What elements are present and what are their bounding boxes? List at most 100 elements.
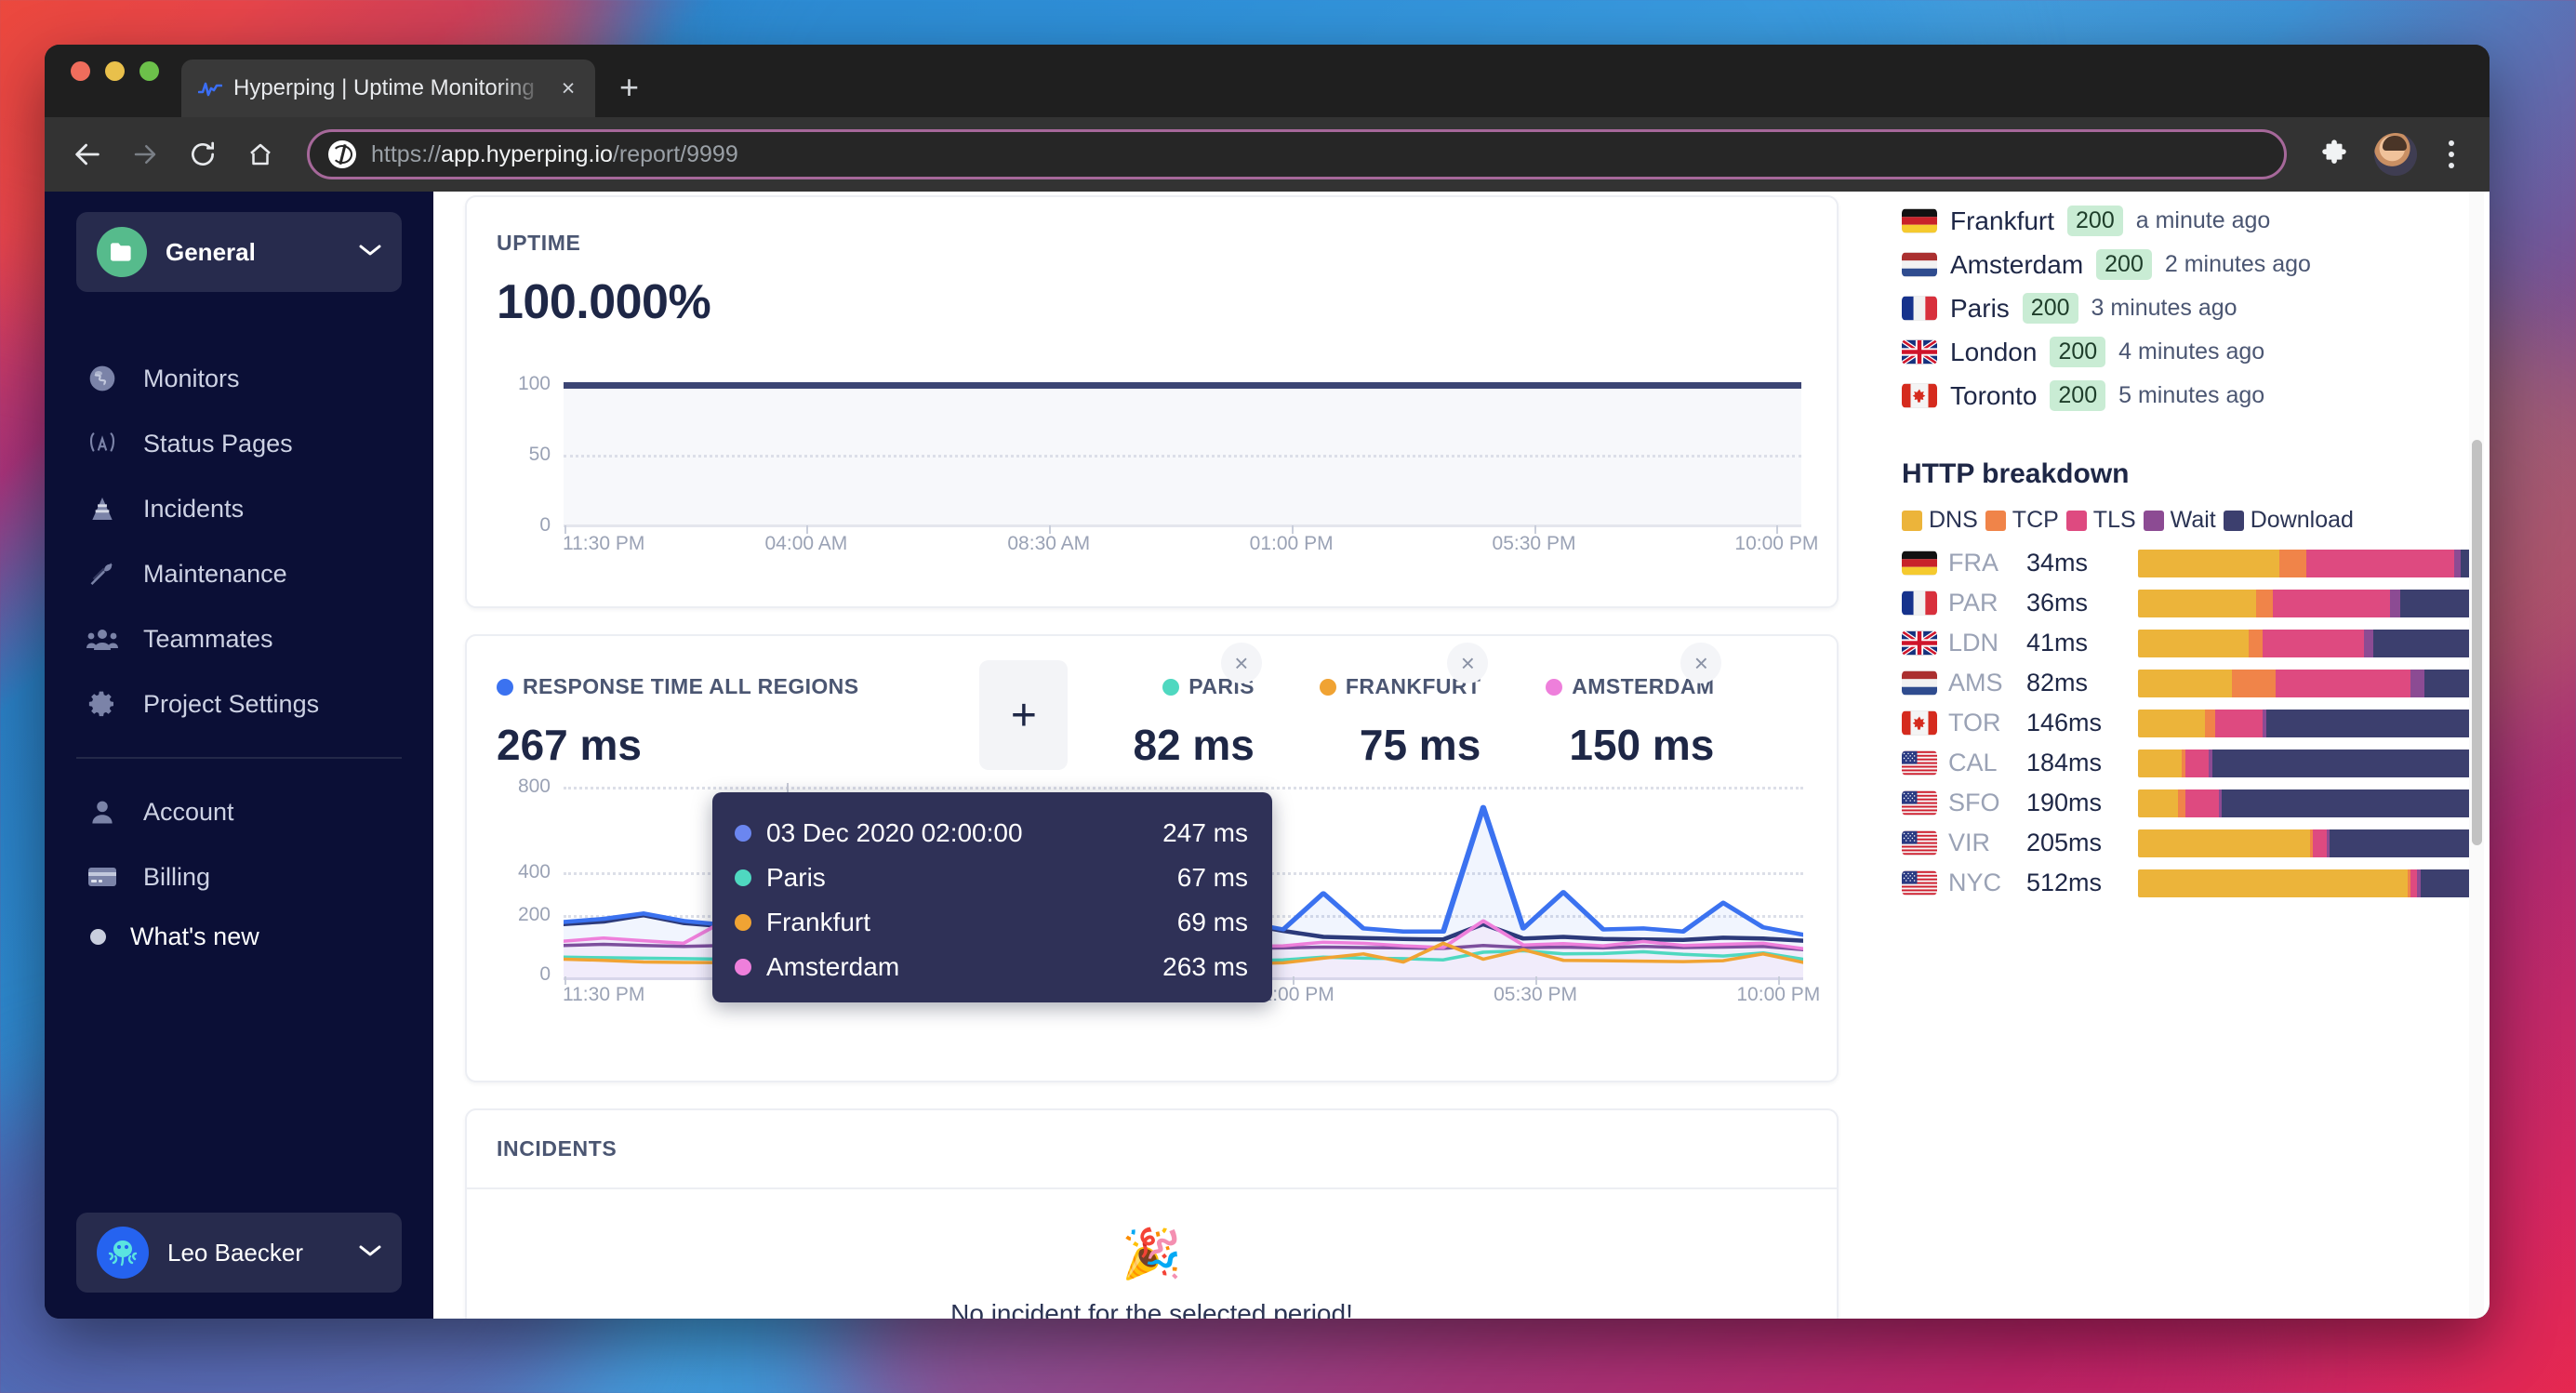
region-name: Toronto	[1950, 380, 2038, 410]
tooltip-value: 247 ms	[1162, 818, 1248, 847]
chevron-down-icon	[359, 1244, 381, 1262]
kebab-menu-icon[interactable]	[2437, 140, 2465, 168]
http-breakdown-row: TOR 146ms	[1902, 703, 2475, 743]
sidebar-item-status-pages[interactable]: Status Pages	[45, 411, 433, 476]
chart-tooltip: 03 Dec 2020 02:00:00 247 ms Paris 67 ms …	[712, 792, 1272, 1002]
flag-icon-us	[1902, 750, 1937, 776]
browser-window: Hyperping | Uptime Monitoring × + https:…	[45, 45, 2490, 1319]
user-menu[interactable]: Leo Baecker	[76, 1213, 402, 1293]
rt-xtick: 05:30 PM	[1494, 984, 1578, 1005]
bar-segment	[2410, 669, 2424, 697]
sidebar-item-billing[interactable]: Billing	[45, 844, 433, 909]
home-icon[interactable]	[242, 136, 279, 173]
reload-icon[interactable]	[184, 136, 221, 173]
remove-region-icon[interactable]: ×	[1680, 643, 1722, 683]
http-breakdown-row: CAL 184ms	[1902, 743, 2475, 783]
sidebar-item-whats-new[interactable]: What's new	[45, 909, 433, 964]
rt-ytick: 800	[517, 776, 551, 797]
scrollbar-thumb[interactable]	[2472, 439, 2482, 845]
minimize-window-button[interactable]	[105, 60, 125, 81]
arrow-right-icon[interactable]	[126, 136, 164, 173]
bar-segment	[2390, 589, 2401, 617]
sidebar-item-project-settings[interactable]: Project Settings	[45, 671, 433, 736]
region-timestamp: 5 minutes ago	[2118, 382, 2265, 408]
new-tab-button[interactable]: +	[619, 71, 639, 104]
legend-item-tls: TLS	[2065, 507, 2136, 534]
region-status-row: Frankfurt 200 a minute ago	[1902, 199, 2475, 243]
main-content: UPTIME 100.000% 100 50 0 11:30 PM 04:00 …	[433, 192, 2490, 1319]
close-window-button[interactable]	[71, 60, 90, 81]
uptime-chart: 100 50 0 11:30 PM 04:00 AM 08:30 AM 01:0…	[497, 373, 1818, 570]
series-color-dot	[1319, 678, 1336, 696]
flag-icon-gb	[1902, 339, 1937, 365]
sidebar-item-incidents[interactable]: Incidents	[45, 476, 433, 541]
right-column: Frankfurt 200 a minute ago Amsterdam 200 2 mi…	[1870, 192, 2490, 1319]
response-time-chart: 800 400 200 0 11:30 PM 01:00 PM 05:30 PM…	[497, 776, 1820, 1015]
uptime-xtick: 10:00 PM	[1734, 533, 1819, 554]
bar-segment	[2265, 709, 2475, 737]
stacked-bar	[2138, 789, 2475, 817]
sidebar-item-label: What's new	[130, 922, 259, 950]
add-region-button[interactable]: +	[979, 660, 1069, 770]
region-latency: 512ms	[2026, 869, 2103, 896]
legend-item-wait: Wait	[2143, 507, 2216, 534]
legend-swatch	[2143, 510, 2164, 531]
sidebar-item-label: Maintenance	[143, 559, 287, 588]
bar-segment	[2138, 749, 2183, 777]
sidebar: General Monitors Status Pages Incidents …	[45, 192, 433, 1319]
series-color-dot	[1162, 678, 1180, 696]
sidebar-item-label: Teammates	[143, 624, 273, 653]
remove-region-icon[interactable]: ×	[1447, 643, 1489, 683]
address-bar[interactable]: https://app.hyperping.io/report/9999	[307, 129, 2287, 179]
party-popper-icon: 🎉	[1122, 1227, 1182, 1281]
flag-icon-fr	[1902, 296, 1937, 321]
region-latency: 146ms	[2026, 709, 2103, 736]
bar-segment	[2138, 829, 2310, 857]
bar-segment	[2232, 669, 2277, 697]
region-code: FRA	[1948, 549, 1998, 577]
legend-swatch	[2223, 510, 2244, 531]
flag-icon-fr	[1902, 590, 1937, 616]
region-stat-frankfurt: × FRANKFURT 75 ms	[1319, 643, 1489, 770]
legend-label: Wait	[2170, 507, 2216, 533]
stacked-bar	[2138, 749, 2475, 777]
close-icon[interactable]: ×	[556, 76, 580, 100]
legend-swatch	[2065, 510, 2087, 531]
rt-ytick: 0	[539, 963, 551, 985]
region-code: AMS	[1948, 669, 2003, 696]
region-timestamp: 2 minutes ago	[2164, 251, 2311, 277]
sidebar-item-label: Incidents	[143, 494, 245, 523]
bar-segment	[2421, 869, 2475, 897]
folder-icon	[97, 227, 147, 277]
region-name: Paris	[1950, 293, 2010, 323]
flag-icon-gb	[1902, 630, 1937, 656]
bar-segment	[2305, 549, 2455, 577]
uptime-label: UPTIME	[497, 231, 581, 255]
traffic-cone-icon	[86, 492, 119, 525]
bar-segment	[2215, 709, 2263, 737]
sidebar-item-teammates[interactable]: Teammates	[45, 606, 433, 671]
uptime-xtick: 04:00 AM	[764, 533, 848, 554]
gridline	[564, 455, 1801, 458]
window-controls	[71, 45, 159, 117]
bar-segment	[2222, 789, 2475, 817]
legend-label: TCP	[2012, 507, 2059, 533]
sidebar-item-monitors[interactable]: Monitors	[45, 346, 433, 411]
browser-tab[interactable]: Hyperping | Uptime Monitoring ×	[181, 60, 595, 117]
region-code: CAL	[1948, 749, 1998, 776]
maximize-window-button[interactable]	[139, 60, 159, 81]
remove-region-icon[interactable]: ×	[1220, 643, 1262, 683]
arrow-left-icon[interactable]	[69, 136, 106, 173]
avatar[interactable]	[2374, 133, 2417, 176]
tooltip-value: 263 ms	[1162, 952, 1248, 981]
project-selector[interactable]: General	[76, 212, 402, 292]
puzzle-piece-icon[interactable]	[2315, 135, 2354, 174]
uptime-xtick: 05:30 PM	[1492, 533, 1576, 554]
tooltip-row: Amsterdam 263 ms	[735, 945, 1248, 989]
status-badge: 200	[2067, 206, 2123, 236]
http-breakdown-row: VIR 205ms	[1902, 823, 2475, 863]
page-scrollbar[interactable]	[2469, 192, 2484, 1319]
sidebar-item-maintenance[interactable]: Maintenance	[45, 541, 433, 606]
uptime-chart-xaxis: 11:30 PM 04:00 AM 08:30 AM 01:00 PM 05:3…	[563, 525, 1818, 570]
sidebar-item-account[interactable]: Account	[45, 779, 433, 844]
